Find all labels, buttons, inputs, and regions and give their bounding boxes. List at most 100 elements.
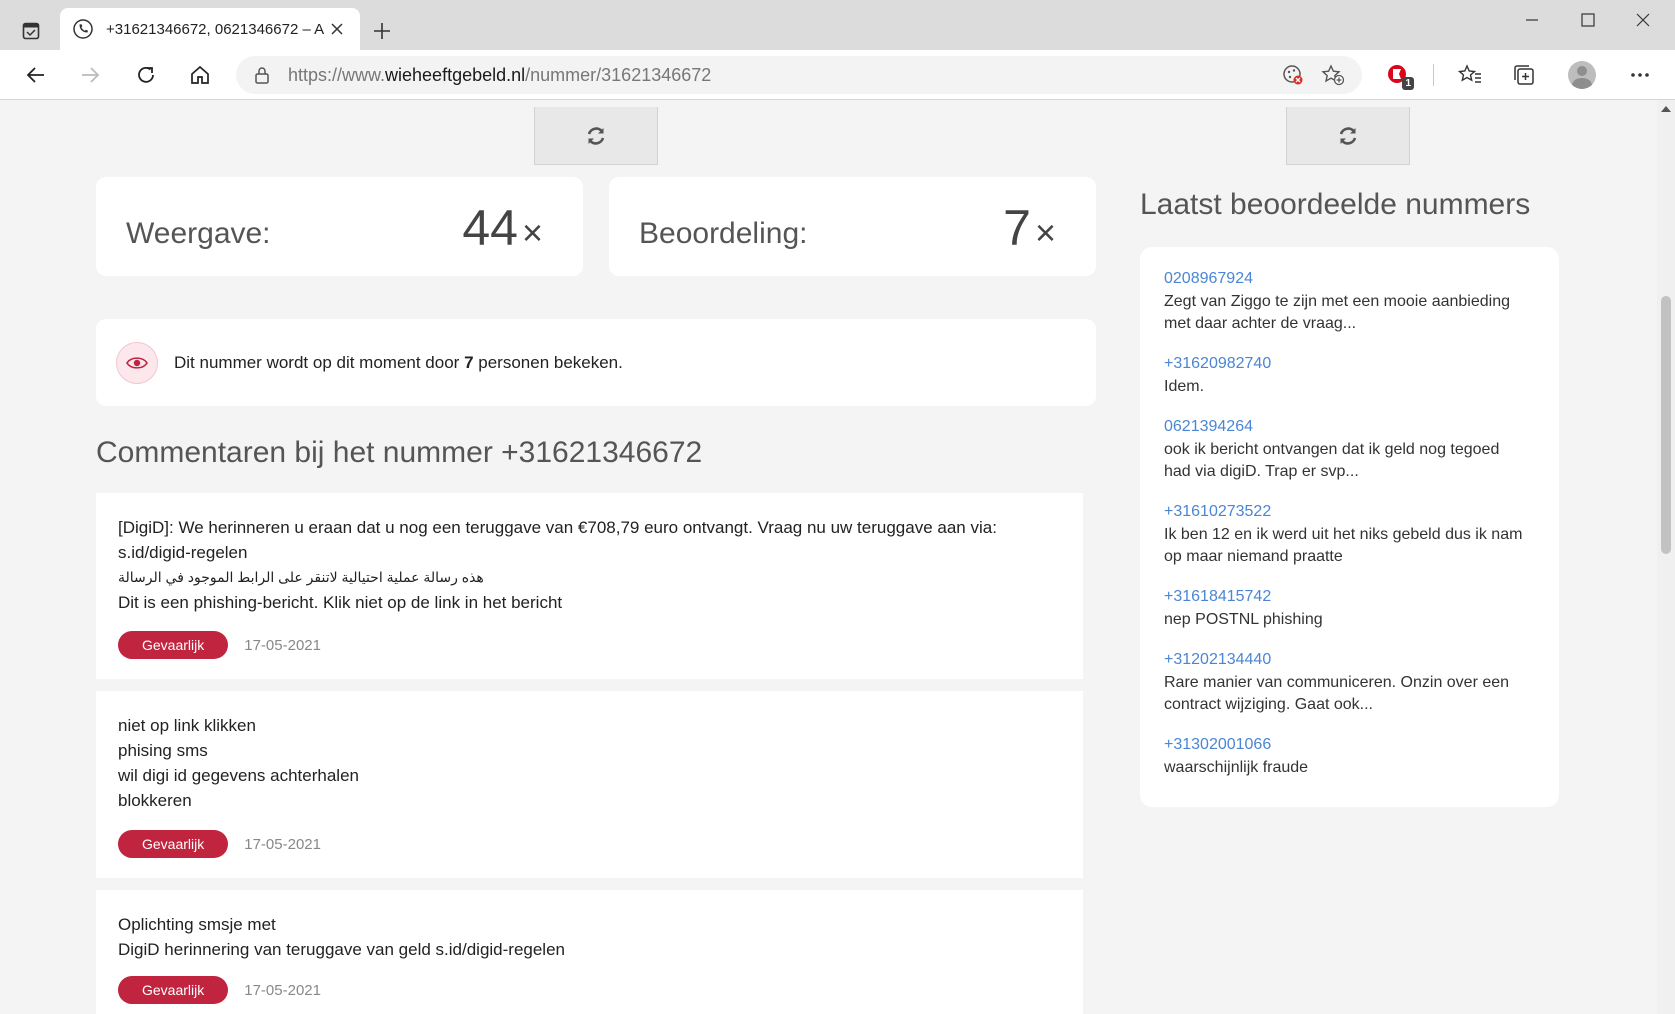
refresh-button-left[interactable] (534, 107, 658, 165)
ratings-count: 7 (1003, 200, 1031, 256)
refresh-icon (587, 126, 605, 145)
comment-card: [DigiD]: We herinneren u eraan dat u nog… (96, 493, 1083, 679)
danger-badge[interactable]: Gevaarlijk (118, 976, 229, 1004)
favorites-icon (1458, 64, 1481, 83)
danger-badge[interactable]: Gevaarlijk (118, 631, 229, 659)
phone-number-link[interactable]: +31302001066 (1164, 733, 1537, 757)
viewers-text-after: personen bekeken. (473, 352, 623, 372)
settings-menu-button[interactable] (1622, 58, 1658, 92)
favorites-button[interactable] (1452, 58, 1488, 92)
url-domain: wieheeftgebeld.nl (385, 64, 526, 85)
url-prefix: https://www. (288, 64, 386, 85)
refresh-icon (1339, 126, 1357, 145)
number-description: ook ik bericht ontvangen dat ik geld nog… (1164, 441, 1500, 458)
page-viewport: Weergave: 44 × Beoordeling: 7 × Dit nummer… (0, 100, 1657, 1014)
toolbar-separator (1433, 64, 1434, 86)
comment-line: هذه رسالة عملية احتيالية لاتنقر على الرا… (118, 569, 484, 585)
lock-icon[interactable] (250, 63, 274, 87)
comment-date: 17-05-2021 (244, 981, 321, 999)
ratings-label: Beoordeling: (639, 217, 808, 250)
active-tab[interactable]: +31621346672, 0621346672 – A (60, 8, 360, 50)
minimize-icon (1526, 19, 1538, 21)
extension-button[interactable]: 1 (1380, 58, 1416, 92)
tab-title: +31621346672, 0621346672 – A (106, 20, 325, 38)
comment-line: blokkeren (118, 791, 192, 810)
address-bar[interactable]: https://www.wieheeftgebeld.nl/nummer/316… (236, 56, 1362, 94)
recent-numbers-card: 0208967924 Zegt van Ziggo te zijn met ee… (1140, 247, 1559, 807)
url-path: /nummer/31621346672 (525, 64, 712, 85)
list-item: 0621394264 ook ik bericht ontvangen dat … (1164, 415, 1537, 483)
home-icon (191, 65, 209, 84)
comment-date: 17-05-2021 (244, 636, 321, 654)
comment-line: Oplichting smsje met (118, 915, 276, 934)
reload-icon (138, 66, 154, 83)
refresh-button-right[interactable] (1286, 107, 1410, 165)
page-scrollbar[interactable] (1657, 100, 1675, 1014)
tab-close-icon[interactable] (326, 18, 348, 40)
comment-line: wil digi id gegevens achterhalen (118, 766, 359, 785)
comment-card: Oplichting smsje met DigiD herinnering v… (96, 890, 1083, 1014)
list-item: +31610273522 Ik ben 12 en ik werd uit he… (1164, 500, 1537, 568)
danger-badge[interactable]: Gevaarlijk (118, 830, 229, 858)
views-value: 44 × (462, 199, 543, 257)
comment-line: s.id/digid-regelen (118, 543, 248, 562)
reload-button[interactable] (128, 58, 164, 92)
collections-button[interactable] (1506, 58, 1542, 92)
new-tab-button[interactable] (368, 14, 396, 48)
comment-line: phising sms (118, 741, 208, 760)
back-button[interactable] (18, 58, 54, 92)
url-text: https://www.wieheeftgebeld.nl/nummer/316… (288, 65, 1268, 86)
maximize-button[interactable] (1560, 0, 1616, 40)
viewers-text: Dit nummer wordt op dit moment door 7 pe… (174, 353, 623, 373)
minimize-button[interactable] (1504, 0, 1560, 40)
phone-number-link[interactable]: 0621394264 (1164, 415, 1537, 439)
forward-button[interactable] (72, 58, 108, 92)
number-description: Rare manier van communiceren. Onzin over… (1164, 674, 1510, 691)
back-arrow-icon (26, 67, 44, 83)
phone-icon (72, 18, 94, 40)
comment-line: [DigiD]: We herinneren u eraan dat u nog… (118, 518, 997, 537)
ratings-value: 7 × (1003, 199, 1056, 257)
views-card: Weergave: 44 × (96, 177, 583, 276)
close-icon (1636, 13, 1650, 27)
eye-icon (116, 341, 158, 384)
scrollbar-thumb[interactable] (1661, 296, 1671, 554)
comments-title: Commentaren bij het nummer +31621346672 (96, 436, 703, 469)
add-favorite-icon[interactable] (1318, 60, 1348, 90)
comment-card: niet op link klikken phising sms wil dig… (96, 691, 1083, 878)
phone-number-link[interactable]: +31202134440 (1164, 648, 1537, 672)
list-item: +31618415742 nep POSTNL phishing (1164, 585, 1537, 631)
close-window-button[interactable] (1615, 0, 1671, 40)
number-description: contract wijziging. Gaat ook... (1164, 696, 1373, 713)
collections-icon (1514, 65, 1534, 85)
tab-actions-icon (22, 22, 40, 40)
viewers-notice: Dit nummer wordt op dit moment door 7 pe… (96, 319, 1096, 406)
list-item: +31620982740 Idem. (1164, 352, 1537, 398)
scroll-up-arrow-icon[interactable] (1661, 106, 1671, 112)
phone-number-link[interactable]: +31610273522 (1164, 500, 1537, 524)
phone-number-link[interactable]: +31620982740 (1164, 352, 1537, 376)
viewers-text-before: Dit nummer wordt op dit moment door (174, 352, 465, 372)
home-button[interactable] (182, 58, 218, 92)
ratings-suffix: × (1034, 212, 1056, 253)
tab-actions-button[interactable] (14, 14, 48, 48)
phone-number-link[interactable]: 0208967924 (1164, 267, 1537, 291)
viewers-count: 7 (464, 352, 474, 372)
browser-toolbar: https://www.wieheeftgebeld.nl/nummer/316… (0, 50, 1675, 100)
number-description: Ik ben 12 en ik werd uit het niks gebeld… (1164, 526, 1523, 543)
extension-badge: 1 (1402, 77, 1414, 90)
number-description: nep POSTNL phishing (1164, 611, 1323, 628)
phone-number-link[interactable]: +31618415742 (1164, 585, 1537, 609)
views-label: Weergave: (126, 217, 271, 250)
views-count: 44 (462, 200, 518, 256)
list-item: +31302001066 waarschijnlijk fraude (1164, 733, 1537, 779)
list-item: +31202134440 Rare manier van communicere… (1164, 648, 1537, 716)
forward-arrow-icon (82, 67, 100, 83)
number-description: Zegt van Ziggo te zijn met een mooie aan… (1164, 293, 1510, 310)
profile-button[interactable] (1564, 58, 1600, 92)
comment-date: 17-05-2021 (244, 835, 321, 853)
number-description: op maar niemand praatte (1164, 548, 1343, 565)
tracking-prevention-icon[interactable] (1278, 60, 1308, 90)
ratings-card: Beoordeling: 7 × (609, 177, 1096, 276)
number-description: waarschijnlijk fraude (1164, 759, 1309, 776)
